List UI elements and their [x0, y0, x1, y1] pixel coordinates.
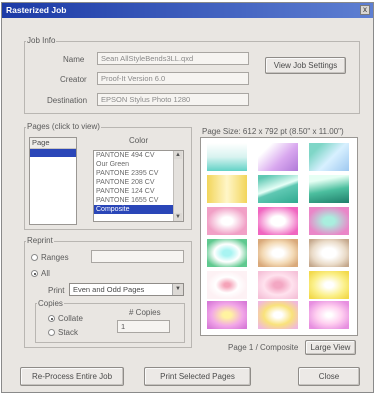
- swatch-thumbnail: [207, 175, 247, 203]
- swatch-thumbnail: [207, 271, 247, 299]
- print-selected-pages-button[interactable]: Print Selected Pages: [144, 367, 251, 386]
- color-item[interactable]: PANTONE 2395 CV: [94, 169, 183, 178]
- copies-label: Copies: [37, 299, 64, 308]
- job-info-label: Job Info: [26, 36, 57, 45]
- swatch-thumbnail: [207, 207, 247, 235]
- print-label: Print: [48, 286, 65, 295]
- scroll-up-icon[interactable]: ▲: [174, 151, 182, 159]
- swatch-thumbnail: [258, 207, 298, 235]
- destination-field[interactable]: EPSON Stylus Photo 1280: [97, 93, 249, 106]
- num-copies-field[interactable]: 1: [117, 320, 170, 333]
- title-bar[interactable]: Rasterized Job x: [2, 3, 373, 18]
- large-view-button[interactable]: Large View: [305, 340, 356, 355]
- swatch-thumbnail: [309, 175, 349, 203]
- page-list[interactable]: Page: [29, 137, 77, 225]
- collate-radio[interactable]: [48, 315, 55, 322]
- swatch-thumbnail: [258, 175, 298, 203]
- page-preview[interactable]: [200, 137, 358, 336]
- ranges-field[interactable]: [91, 250, 184, 263]
- collate-label: Collate: [58, 314, 83, 323]
- page-list-header: Page: [30, 138, 76, 149]
- destination-label: Destination: [47, 96, 88, 105]
- swatch-thumbnail: [258, 301, 298, 329]
- swatch-thumbnail: [258, 143, 298, 171]
- color-item[interactable]: PANTONE 494 CV: [94, 151, 183, 160]
- swatch-thumbnail: [207, 143, 247, 171]
- chevron-down-icon[interactable]: ▼: [172, 284, 183, 295]
- num-copies-label: # Copies: [129, 308, 161, 317]
- color-list[interactable]: PANTONE 494 CV Our Green PANTONE 2395 CV…: [93, 150, 184, 222]
- page-list-item[interactable]: [30, 149, 76, 157]
- swatch-thumbnail: [309, 301, 349, 329]
- color-item[interactable]: PANTONE 1655 CV: [94, 196, 183, 205]
- ranges-radio[interactable]: [31, 254, 38, 261]
- color-list-scrollbar[interactable]: ▲ ▼: [173, 151, 183, 221]
- stack-label: Stack: [58, 328, 79, 337]
- all-radio[interactable]: [31, 270, 38, 277]
- close-button[interactable]: Close: [298, 367, 360, 386]
- preview-caption: Page 1 / Composite: [228, 343, 299, 352]
- swatch-thumbnail: [309, 207, 349, 235]
- all-label: All: [41, 269, 50, 278]
- close-icon[interactable]: x: [360, 5, 370, 15]
- page-size-label: Page Size: 612 x 792 pt (8.50" x 11.00"): [202, 127, 344, 136]
- print-select-value: Even and Odd Pages: [73, 285, 145, 294]
- swatch-thumbnail: [309, 239, 349, 267]
- rasterized-job-dialog: Rasterized Job x Job Info Name Sean AllS…: [1, 2, 374, 393]
- creator-field[interactable]: Proof-It Version 6.0: [97, 72, 249, 85]
- name-label: Name: [63, 55, 85, 64]
- stack-radio[interactable]: [48, 329, 55, 336]
- color-item-selected[interactable]: Composite: [94, 205, 183, 214]
- swatch-thumbnail: [309, 143, 349, 171]
- creator-label: Creator: [60, 75, 87, 84]
- reprint-label: Reprint: [26, 236, 54, 245]
- name-field[interactable]: Sean AllStyleBends3LL.qxd: [97, 52, 249, 65]
- color-item[interactable]: PANTONE 124 CV: [94, 187, 183, 196]
- ranges-label: Ranges: [41, 253, 69, 262]
- swatch-thumbnail: [207, 239, 247, 267]
- pages-label: Pages (click to view): [26, 122, 101, 131]
- swatch-thumbnail: [309, 271, 349, 299]
- color-item[interactable]: PANTONE 208 CV: [94, 178, 183, 187]
- color-label: Color: [129, 136, 149, 145]
- swatch-thumbnail: [258, 239, 298, 267]
- print-select[interactable]: Even and Odd Pages ▼: [69, 283, 184, 296]
- scroll-down-icon[interactable]: ▼: [174, 213, 182, 221]
- swatch-thumbnail: [258, 271, 298, 299]
- swatch-thumbnail: [207, 301, 247, 329]
- color-item[interactable]: Our Green: [94, 160, 183, 169]
- window-title: Rasterized Job: [6, 5, 67, 15]
- reprocess-button[interactable]: Re-Process Entire Job: [20, 367, 124, 386]
- view-job-settings-button[interactable]: View Job Settings: [265, 57, 346, 74]
